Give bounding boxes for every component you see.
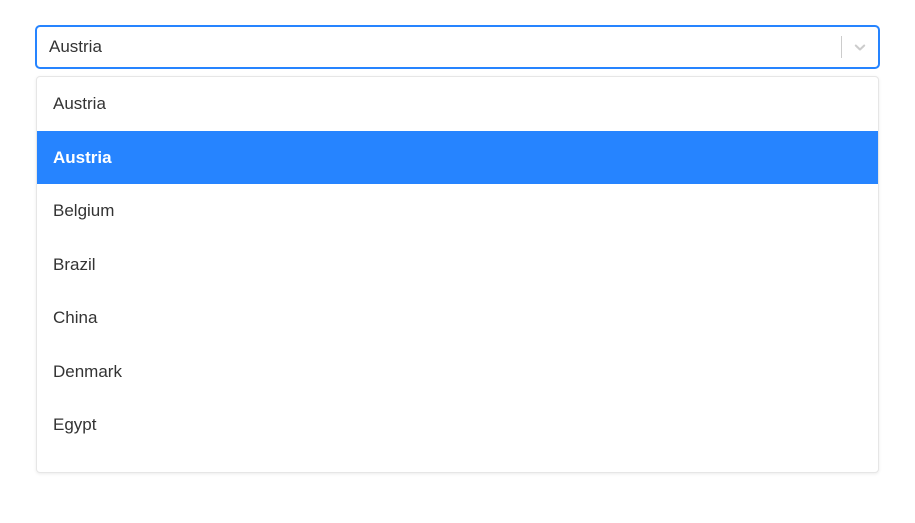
option-label: Belgium [53, 201, 114, 220]
combobox-option[interactable]: Belgium [37, 184, 878, 238]
input-separator [841, 36, 842, 58]
combobox-option[interactable]: Denmark [37, 345, 878, 399]
combobox-option[interactable]: Austria [37, 77, 878, 131]
combobox-listbox[interactable]: Austria Austria Belgium Brazil China Denmark E… [36, 76, 879, 473]
option-label: China [53, 308, 97, 327]
option-label: Egypt [53, 415, 96, 434]
combobox-option[interactable]: Brazil [37, 238, 878, 292]
option-label: Brazil [53, 255, 96, 274]
combobox-input[interactable] [49, 27, 837, 67]
option-label: Denmark [53, 362, 122, 381]
combobox-control[interactable] [36, 26, 879, 68]
combobox-option[interactable]: Austria [37, 131, 878, 185]
chevron-down-icon[interactable] [850, 37, 870, 57]
combobox-option[interactable]: China [37, 291, 878, 345]
combobox-option[interactable]: Egypt [37, 398, 878, 452]
option-label: Austria [53, 148, 112, 167]
option-label: Austria [53, 94, 106, 113]
country-combobox[interactable]: Austria Austria Belgium Brazil China Denmark E… [36, 26, 879, 473]
